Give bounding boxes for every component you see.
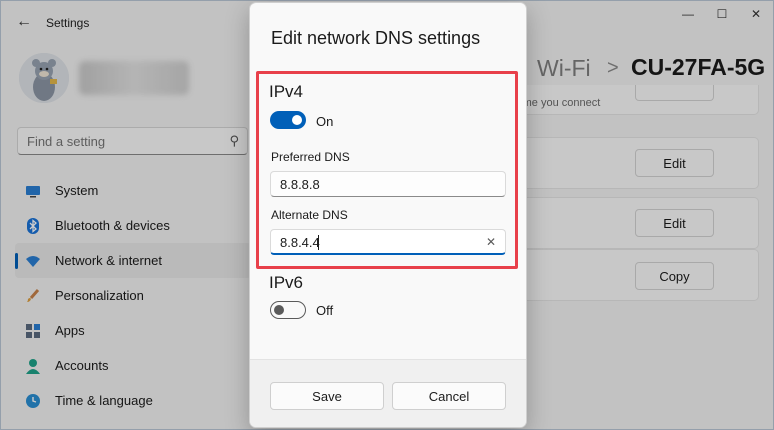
dialog-footer: Save Cancel <box>250 359 526 427</box>
dialog-title: Edit network DNS settings <box>271 28 481 48</box>
ipv6-heading: IPv6 <box>269 273 304 292</box>
ipv6-toggle[interactable] <box>270 301 306 319</box>
save-button[interactable]: Save <box>270 382 384 410</box>
toggle-knob <box>274 305 284 315</box>
cancel-button[interactable]: Cancel <box>392 382 506 410</box>
ipv4-highlight-box <box>256 71 518 269</box>
ipv6-toggle-label: Off <box>316 303 334 318</box>
